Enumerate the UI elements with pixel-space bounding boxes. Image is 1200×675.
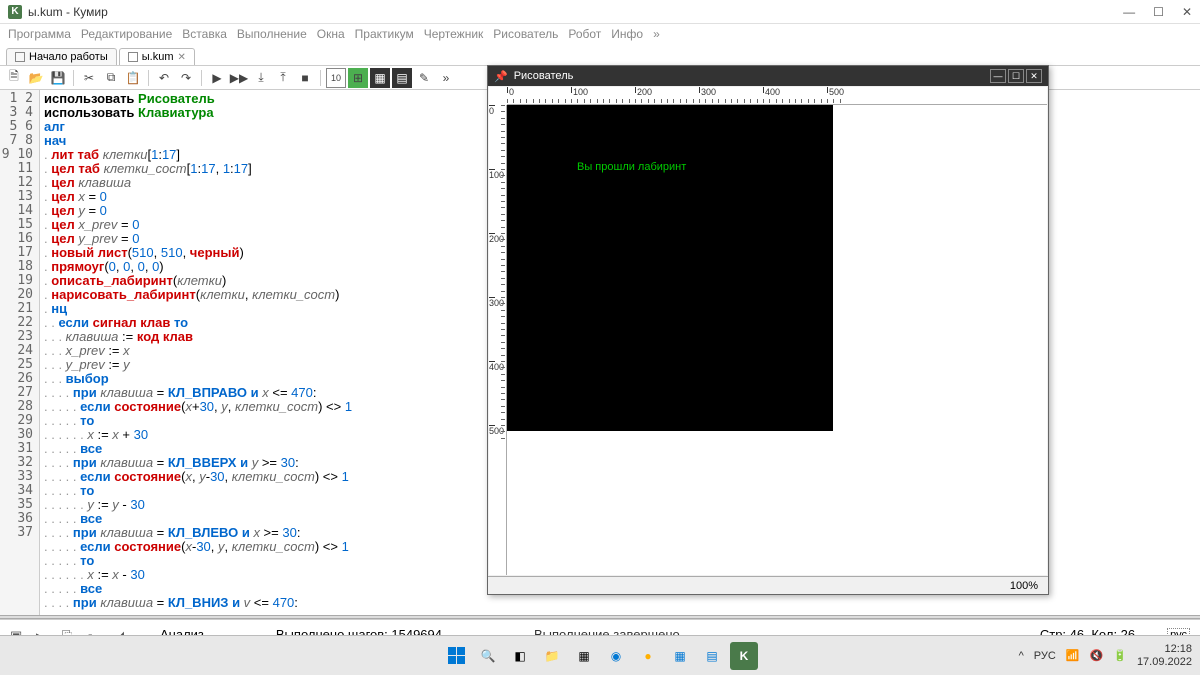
search-button[interactable]: 🔍 — [474, 642, 502, 670]
run-fast-button[interactable]: ▶▶ — [229, 68, 249, 88]
painter-minimize-button[interactable]: — — [990, 69, 1006, 83]
tray-time: 12:18 — [1137, 643, 1192, 656]
actor2-button[interactable]: ▦ — [370, 68, 390, 88]
doc-icon — [15, 52, 25, 62]
step-into-button[interactable]: ⤒ — [273, 68, 293, 88]
windows-taskbar: 🔍 ◧ 📁 ▦ ◉ ● ▦ ▤ K ^ РУС 📶 🔇 🔋 12:18 17.0… — [0, 635, 1200, 675]
tray-clock[interactable]: 12:18 17.09.2022 — [1137, 643, 1192, 669]
notes-button[interactable]: ▤ — [698, 642, 726, 670]
painter-body: 0100200300400500 0100200300400500 Вы про… — [489, 87, 1047, 575]
tray-lang[interactable]: РУС — [1034, 650, 1056, 662]
step-button[interactable]: ⤓ — [251, 68, 271, 88]
code-line: . . . . при клавиша = КЛ_ВНИЗ и v <= 470… — [44, 596, 1196, 610]
menu-1[interactable]: Редактирование — [81, 27, 172, 41]
tray-chevron-icon[interactable]: ^ — [1019, 650, 1024, 662]
tab-label: Начало работы — [29, 51, 108, 63]
cut-button[interactable]: ✂ — [79, 68, 99, 88]
actor3-button[interactable]: ▤ — [392, 68, 412, 88]
line-gutter: 1 2 3 4 5 6 7 8 9 10 11 12 13 14 15 16 1… — [0, 90, 40, 615]
app1-button[interactable]: ● — [634, 642, 662, 670]
menu-10[interactable]: » — [653, 27, 660, 41]
painter-maximize-button[interactable]: ☐ — [1008, 69, 1024, 83]
grid-button[interactable]: 10 — [326, 68, 346, 88]
menu-4[interactable]: Окна — [317, 27, 345, 41]
run-button[interactable]: ▶ — [207, 68, 227, 88]
pin-icon[interactable]: 📌 — [494, 70, 508, 83]
tray-date: 17.09.2022 — [1137, 656, 1192, 669]
close-button[interactable]: ✕ — [1182, 5, 1192, 19]
paste-button[interactable]: 📋 — [123, 68, 143, 88]
menu-3[interactable]: Выполнение — [237, 27, 307, 41]
edge-button[interactable]: ◉ — [602, 642, 630, 670]
battery-icon[interactable]: 🔋 — [1113, 649, 1127, 662]
window-title: ы.kum - Кумир — [28, 5, 108, 19]
canvas-message: Вы прошли лабиринт — [577, 161, 686, 173]
taskview-button[interactable]: ◧ — [506, 642, 534, 670]
menu-7[interactable]: Рисователь — [493, 27, 558, 41]
volume-icon[interactable]: 🔇 — [1090, 649, 1104, 662]
painter-close-button[interactable]: ✕ — [1026, 69, 1042, 83]
menu-0[interactable]: Программа — [8, 27, 71, 41]
actor4-button[interactable]: ✎ — [414, 68, 434, 88]
canvas: Вы прошли лабиринт — [507, 105, 833, 431]
new-file-button[interactable]: 🗎 — [4, 68, 24, 88]
menu-6[interactable]: Чертежник — [424, 27, 484, 41]
more-button[interactable]: » — [436, 68, 456, 88]
widgets-button[interactable]: ▦ — [570, 642, 598, 670]
actor1-button[interactable]: ⊞ — [348, 68, 368, 88]
canvas-viewport[interactable]: Вы прошли лабиринт — [507, 105, 1047, 575]
tab-1[interactable]: ы.kum ✕ — [119, 48, 195, 65]
minimize-button[interactable]: — — [1123, 5, 1135, 19]
kumir-taskbar-button[interactable]: K — [730, 642, 758, 670]
zoom-label: 100% — [1010, 580, 1038, 592]
app-icon: K — [8, 5, 22, 19]
vertical-ruler: 0100200300400500 — [489, 105, 507, 575]
menu-9[interactable]: Инфо — [611, 27, 643, 41]
titlebar: K ы.kum - Кумир — ☐ ✕ — [0, 0, 1200, 24]
redo-button[interactable]: ↷ — [176, 68, 196, 88]
stop-button[interactable]: ■ — [295, 68, 315, 88]
menubar: Программа Редактирование Вставка Выполнение… — [0, 24, 1200, 44]
menu-5[interactable]: Практикум — [355, 27, 414, 41]
horizontal-ruler: 0100200300400500 — [507, 87, 1047, 105]
maximize-button[interactable]: ☐ — [1153, 5, 1164, 19]
open-file-button[interactable]: 📂 — [26, 68, 46, 88]
wifi-icon[interactable]: 📶 — [1066, 649, 1080, 662]
tab-close-icon[interactable]: ✕ — [178, 52, 186, 63]
explorer-button[interactable]: 📁 — [538, 642, 566, 670]
undo-button[interactable]: ↶ — [154, 68, 174, 88]
save-button[interactable]: 💾 — [48, 68, 68, 88]
start-button[interactable] — [442, 642, 470, 670]
painter-titlebar[interactable]: 📌 Рисователь — ☐ ✕ — [488, 66, 1048, 86]
calc-button[interactable]: ▦ — [666, 642, 694, 670]
doc-icon — [128, 52, 138, 62]
copy-button[interactable]: ⧉ — [101, 68, 121, 88]
menu-2[interactable]: Вставка — [182, 27, 227, 41]
painter-window[interactable]: 📌 Рисователь — ☐ ✕ 0100200300400500 0100… — [487, 65, 1049, 595]
menu-8[interactable]: Робот — [568, 27, 601, 41]
tabstrip: Начало работы ы.kum ✕ — [0, 44, 1200, 66]
tab-0[interactable]: Начало работы — [6, 48, 117, 65]
painter-title: Рисователь — [514, 70, 574, 82]
painter-statusbar: 100% — [488, 576, 1048, 594]
tab-label: ы.kum — [142, 51, 174, 63]
